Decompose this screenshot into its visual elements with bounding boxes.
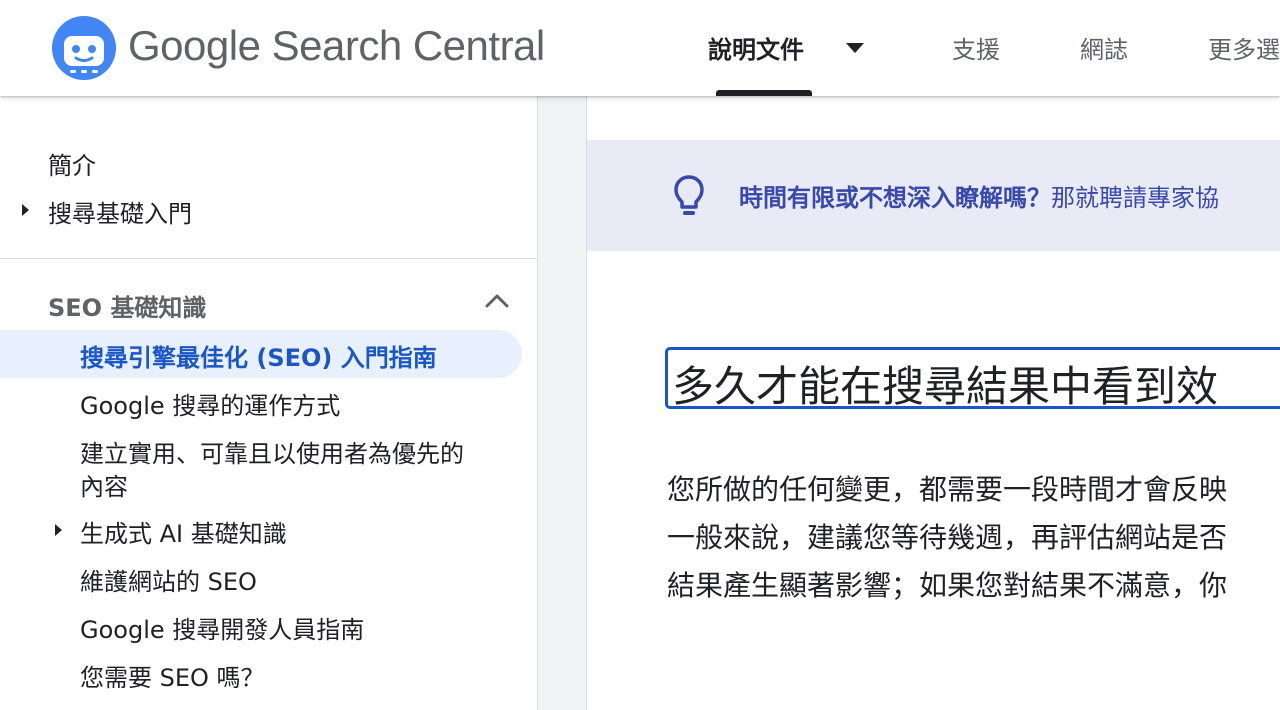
- nav-active-indicator: [716, 90, 812, 96]
- paragraph-line-1: 您所做的任何變更，都需要一段時間才會反映: [667, 473, 1228, 506]
- sidebar-item-generative-ai[interactable]: 生成式 AI 基礎知識: [80, 514, 287, 549]
- sidebar-section-seo-basics[interactable]: SEO 基礎知識: [48, 288, 206, 323]
- sidebar-item-seo-starter-guide[interactable]: 搜尋引擎最佳化 (SEO) 入門指南: [80, 338, 437, 373]
- site-logo-text[interactable]: Google Search Central: [128, 22, 545, 70]
- section-heading: 多久才能在搜尋結果中看到效: [672, 362, 1219, 409]
- sidebar-item-helpful-content[interactable]: 建立實用、可靠且以使用者為優先的: [80, 434, 464, 469]
- callout-link-text[interactable]: 那就聘請專家協: [1051, 184, 1219, 212]
- nav-support[interactable]: 支援: [952, 30, 1000, 65]
- chevron-up-icon[interactable]: [484, 293, 510, 309]
- main-content: 時間有限或不想深入瞭解嗎？那就聘請專家協 多久才能在搜尋結果中看到效 您所做的任…: [586, 96, 1280, 710]
- sidebar-item-search-basics[interactable]: 搜尋基礎入門: [48, 194, 192, 229]
- caret-down-icon[interactable]: [845, 42, 865, 54]
- site-header: Google Search Central 說明文件 支援 網誌 更多選: [0, 0, 1280, 96]
- nav-more[interactable]: 更多選: [1208, 30, 1280, 65]
- content-gutter: [538, 96, 586, 710]
- nav-docs[interactable]: 說明文件: [708, 30, 804, 65]
- nav-blog[interactable]: 網誌: [1080, 30, 1128, 65]
- paragraph-line-2: 一般來說，建議您等待幾週，再評估網站是否: [667, 521, 1228, 554]
- sidebar-item-how-search-works[interactable]: Google 搜尋的運作方式: [80, 386, 340, 421]
- google-developers-mascot-icon[interactable]: [50, 14, 118, 80]
- lightbulb-icon: [674, 175, 704, 215]
- sidebar-item-maintaining-seo[interactable]: 維護網站的 SEO: [80, 562, 257, 597]
- paragraph-line-3: 結果產生顯著影響；如果您對結果不滿意，你: [667, 569, 1228, 602]
- sidebar-item-developer-guide[interactable]: Google 搜尋開發人員指南: [80, 610, 364, 645]
- sidebar-divider: [0, 258, 537, 259]
- sidebar-item-intro[interactable]: 簡介: [48, 146, 96, 181]
- sidebar-nav: 簡介 搜尋基礎入門 SEO 基礎知識 搜尋引擎最佳化 (SEO) 入門指南 Go…: [0, 96, 538, 710]
- heading-focus-outline[interactable]: 多久才能在搜尋結果中看到效: [665, 347, 1280, 409]
- callout-banner: 時間有限或不想深入瞭解嗎？那就聘請專家協: [587, 140, 1280, 251]
- expand-arrow-icon[interactable]: [22, 204, 29, 216]
- expand-arrow-icon[interactable]: [55, 524, 62, 536]
- callout-strong-text: 時間有限或不想深入瞭解嗎？: [739, 184, 1051, 212]
- sidebar-item-do-you-need-seo[interactable]: 您需要 SEO 嗎？: [80, 658, 265, 693]
- callout-text[interactable]: 時間有限或不想深入瞭解嗎？那就聘請專家協: [739, 178, 1219, 213]
- sidebar-item-helpful-content-line2[interactable]: 內容: [80, 467, 128, 502]
